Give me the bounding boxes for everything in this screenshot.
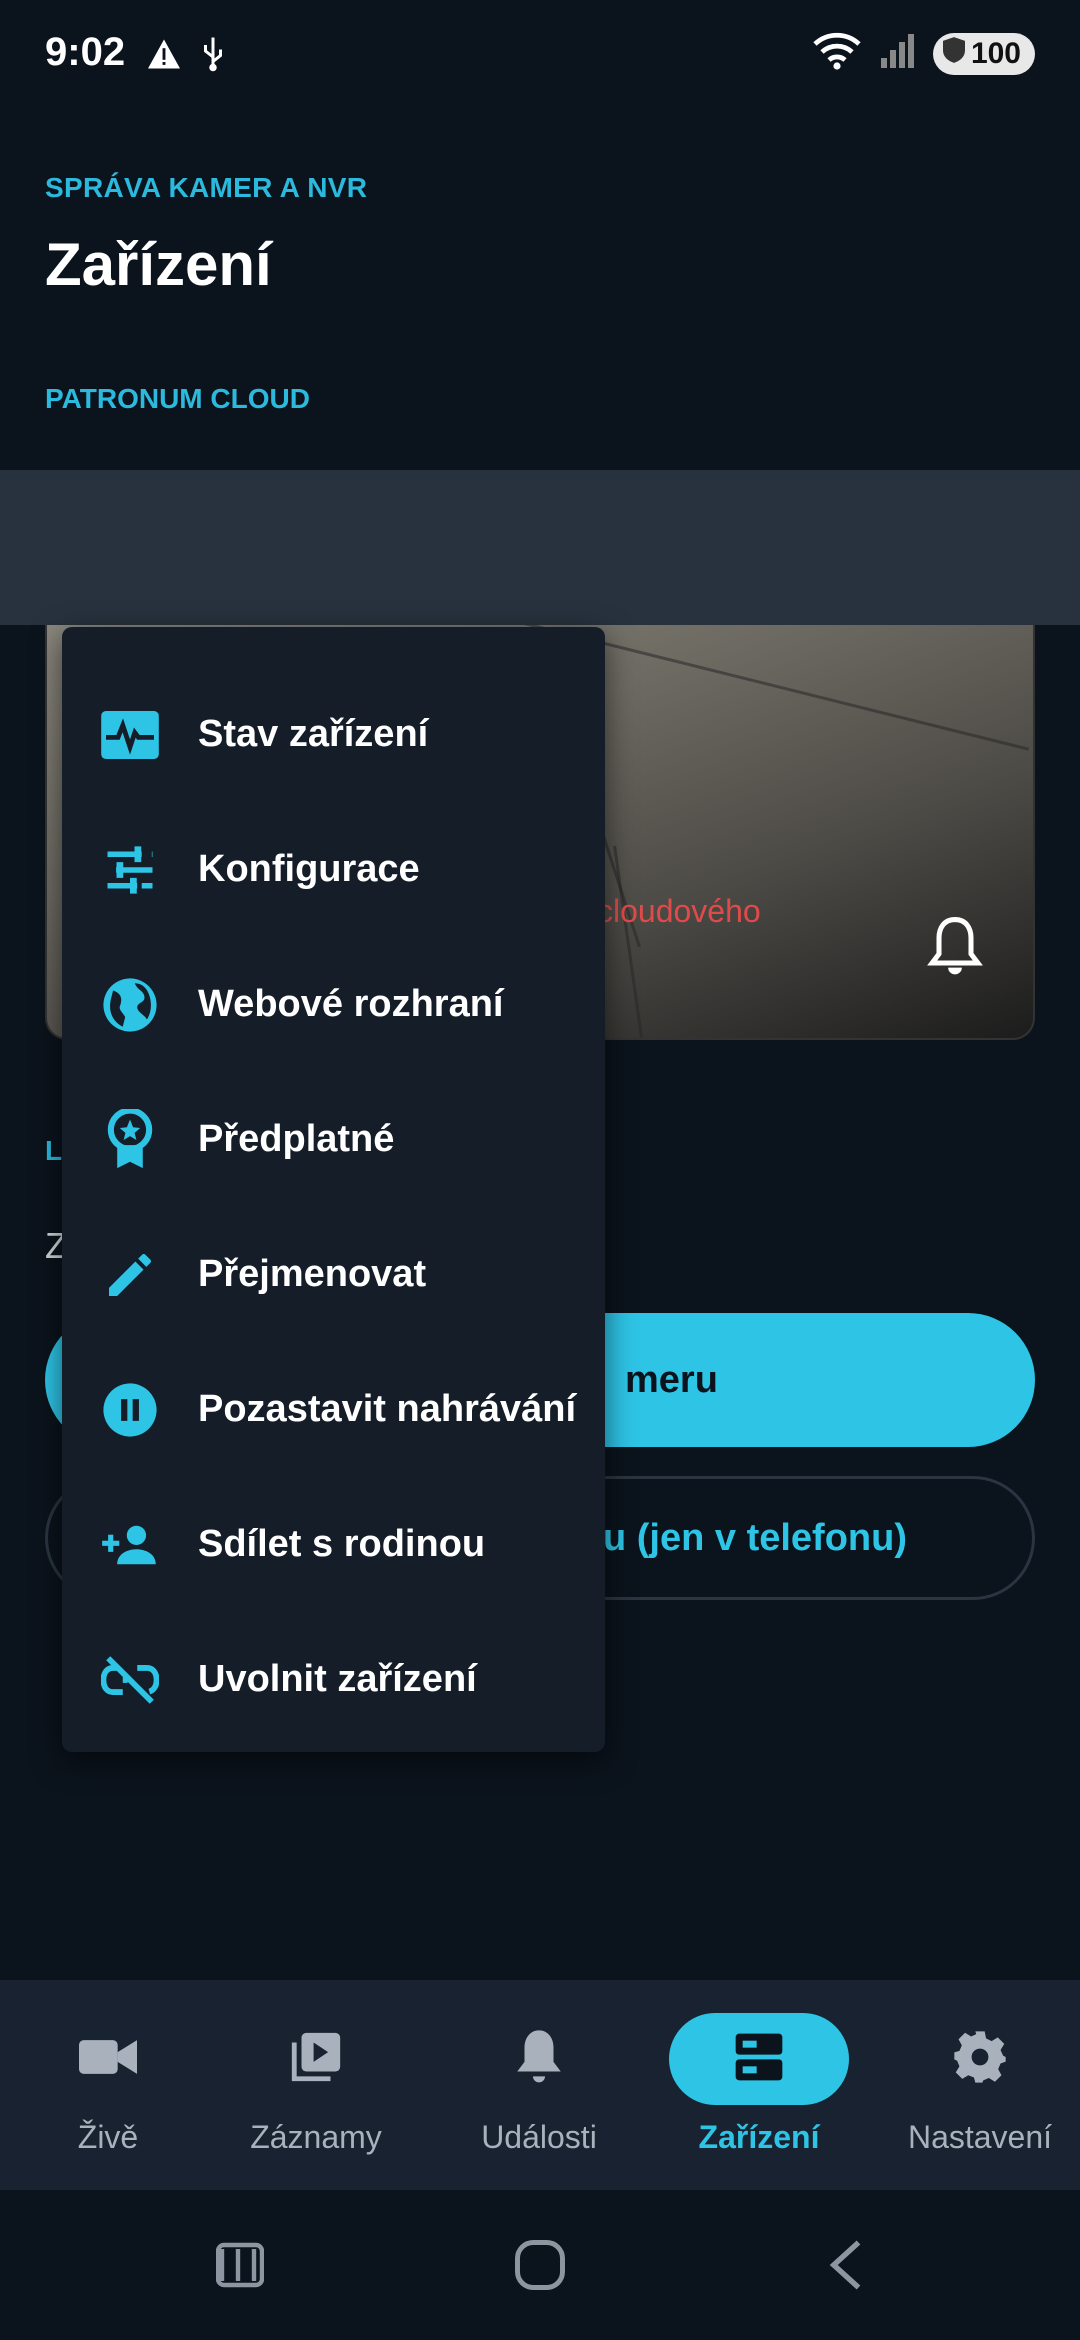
bell-icon[interactable] xyxy=(927,915,993,987)
bell-icon xyxy=(514,2028,564,2091)
page-subtitle: SPRÁVA KAMER A NVR xyxy=(45,172,368,203)
pause-circle-icon xyxy=(100,1380,160,1440)
add-camera-button-label: meru xyxy=(625,1358,718,1401)
videocam-icon xyxy=(79,2037,137,2082)
menu-item-device-status[interactable]: Stav zařízení xyxy=(62,667,605,802)
section-header-cloud: PATRONUM CLOUD xyxy=(45,383,310,414)
signal-icon xyxy=(879,34,915,73)
nav-item-settings[interactable]: Nastavení xyxy=(872,1980,1080,2190)
battery-shield-icon xyxy=(942,36,965,71)
pencil-icon xyxy=(100,1245,160,1305)
warning-icon xyxy=(146,38,182,75)
bottom-navigation: Živě Záznamy Události Zařízení Nastavení xyxy=(0,1980,1080,2190)
usb-icon xyxy=(200,36,226,77)
camera-error-text: cloudového xyxy=(597,893,761,929)
dns-icon xyxy=(731,2029,787,2090)
nav-item-recordings[interactable]: Záznamy xyxy=(208,1980,424,2190)
system-navigation-bar xyxy=(0,2190,1080,2340)
add-local-camera-button-label: u (jen v telefonu) xyxy=(603,1516,907,1559)
menu-item-release-device[interactable]: Uvolnit zařízení xyxy=(62,1612,605,1747)
device-context-menu: Stav zařízení Konfigurace Webové rozhran… xyxy=(62,627,605,1752)
menu-item-rename[interactable]: Přejmenovat xyxy=(62,1207,605,1342)
award-icon xyxy=(100,1108,160,1170)
cloud-device-header xyxy=(0,470,1080,625)
status-bar: 9:02 100 xyxy=(0,0,1080,110)
menu-item-share-family[interactable]: Sdílet s rodinou xyxy=(62,1477,605,1612)
video-library-icon xyxy=(287,2028,345,2091)
menu-item-configuration[interactable]: Konfigurace xyxy=(62,802,605,937)
status-time: 9:02 xyxy=(45,30,126,74)
back-icon[interactable] xyxy=(805,2225,885,2305)
home-icon[interactable] xyxy=(500,2225,580,2305)
menu-item-web-interface[interactable]: Webové rozhraní xyxy=(62,937,605,1072)
globe-icon xyxy=(100,975,160,1035)
page-title: Zařízení xyxy=(45,231,272,298)
menu-item-subscription[interactable]: Předplatné xyxy=(62,1072,605,1207)
gear-icon xyxy=(952,2029,1008,2090)
battery-indicator: 100 xyxy=(932,32,1035,75)
device-status-icon xyxy=(100,705,160,765)
nav-item-events[interactable]: Události xyxy=(431,1980,647,2190)
battery-level: 100 xyxy=(970,36,1021,70)
menu-item-pause-recording[interactable]: Pozastavit nahrávání xyxy=(62,1342,605,1477)
nav-item-devices[interactable]: Zařízení xyxy=(651,1980,867,2190)
section-header-local: L xyxy=(45,1135,63,1166)
wifi-icon xyxy=(813,32,861,75)
add-person-icon xyxy=(100,1515,160,1575)
recent-apps-icon[interactable] xyxy=(200,2225,280,2305)
link-off-icon xyxy=(100,1650,160,1710)
nav-item-live[interactable]: Živě xyxy=(0,1980,216,2190)
sliders-icon xyxy=(100,840,160,900)
